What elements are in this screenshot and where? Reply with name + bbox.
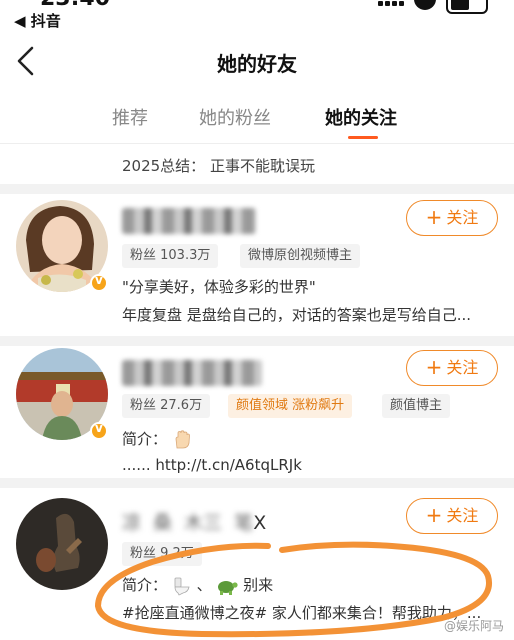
bio-label: 简介： (122, 430, 168, 448)
trending-tag: 颜值领域 涨粉飙升 (228, 394, 353, 418)
follow-button[interactable]: + 关注 (406, 200, 498, 236)
username-partial: 凉 桑 木三 笔X (122, 512, 267, 534)
user-tag: 颜值博主 (382, 394, 451, 418)
battery-icon (446, 0, 488, 14)
verified-badge-icon (90, 273, 108, 292)
user-extra: 年度复盘 是盘给自己的，对话的答案也是写给自己... (122, 306, 472, 324)
user-tag: 微博原创视频博主 (240, 244, 361, 268)
status-bar: 23:40 ◀ 抖音 (0, 0, 514, 34)
user-card[interactable]: 粉丝 27.6万 颜值领域 涨粉飙升 颜值博主 简介： ...... http:… (0, 346, 514, 482)
annotation-circle-icon (94, 541, 493, 638)
watermark: @娱乐阿马 (443, 619, 504, 633)
signal-icon (378, 0, 404, 6)
username-blurred (122, 208, 256, 234)
hand-emoji-icon (175, 429, 190, 448)
user-card[interactable]: 粉丝 103.3万 微博原创视频博主 "分享美好，体验多彩的世界" 年度复盘 是… (0, 194, 514, 340)
follow-button[interactable]: + 关注 (406, 350, 498, 386)
active-tab-indicator (348, 136, 378, 139)
tab-recommended[interactable]: 推荐 (112, 104, 148, 130)
user-bio: "分享美好，体验多彩的世界" (122, 278, 316, 296)
tab-her-following[interactable]: 她的关注 (325, 104, 397, 130)
nav-header: 她的好友 (0, 36, 514, 88)
section-divider (0, 478, 514, 488)
section-divider (0, 336, 514, 346)
followers-count: 粉丝 27.6万 (122, 394, 211, 418)
verified-badge-icon (90, 421, 108, 440)
user-bio: 简介： (122, 428, 192, 450)
user-extra: ...... http://t.cn/A6tqLRJk (122, 456, 302, 474)
back-to-app-link[interactable]: ◀ 抖音 (14, 10, 61, 31)
follow-button[interactable]: + 关注 (406, 498, 498, 534)
page-title: 她的好友 (217, 52, 297, 76)
tab-her-fans[interactable]: 她的粉丝 (199, 104, 271, 130)
section-divider (0, 184, 514, 194)
username-blurred (122, 360, 262, 386)
year-summary: 2025总结： 正事不能耽误玩 (122, 157, 315, 175)
wifi-icon (414, 0, 436, 10)
tab-bar: 推荐 她的粉丝 她的关注 (0, 96, 514, 144)
status-icons (378, 0, 488, 14)
followers-count: 粉丝 103.3万 (122, 244, 219, 268)
